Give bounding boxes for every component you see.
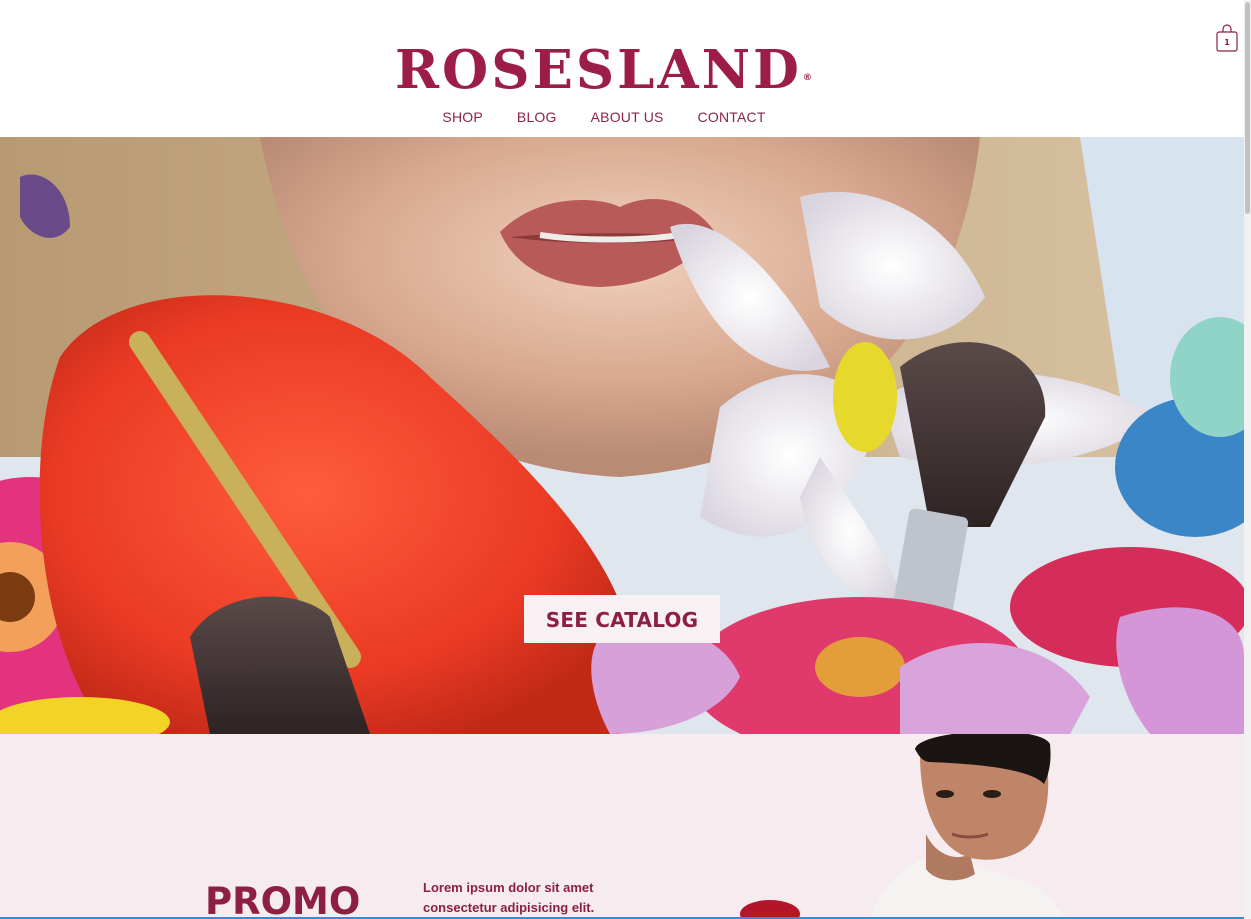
nav-item-contact[interactable]: CONTACT xyxy=(698,109,766,125)
cart-count: 1 xyxy=(1224,38,1230,47)
main-nav: SHOP BLOG ABOUT US CONTACT xyxy=(0,109,1208,125)
promo-description: Lorem ipsum dolor sit amet consectetur a… xyxy=(423,880,595,915)
hero-banner: SEE CATALOG xyxy=(0,137,1244,734)
cart-button[interactable]: 1 xyxy=(1216,24,1238,52)
nav-item-blog[interactable]: BLOG xyxy=(517,109,557,125)
promo-title: PROMO xyxy=(205,880,361,919)
shopping-bag-icon: 1 xyxy=(1216,24,1238,52)
page: ROSESLAND® SHOP BLOG ABOUT US CONTACT 1 xyxy=(0,0,1244,919)
model-photo xyxy=(740,734,1065,919)
scrollbar-thumb[interactable] xyxy=(1245,2,1250,214)
site-header: ROSESLAND® SHOP BLOG ABOUT US CONTACT 1 xyxy=(0,0,1244,137)
nav-item-shop[interactable]: SHOP xyxy=(442,109,482,125)
hero-image xyxy=(0,137,1244,734)
see-catalog-button[interactable]: SEE CATALOG xyxy=(524,595,720,643)
brand-logo[interactable]: ROSESLAND® xyxy=(0,38,1210,102)
nav-item-about-us[interactable]: ABOUT US xyxy=(591,109,664,125)
registered-mark: ® xyxy=(802,73,815,83)
brand-name: ROSESLAND xyxy=(395,39,802,101)
promo-section: PROMO Lorem ipsum dolor sit amet consect… xyxy=(0,734,1244,919)
